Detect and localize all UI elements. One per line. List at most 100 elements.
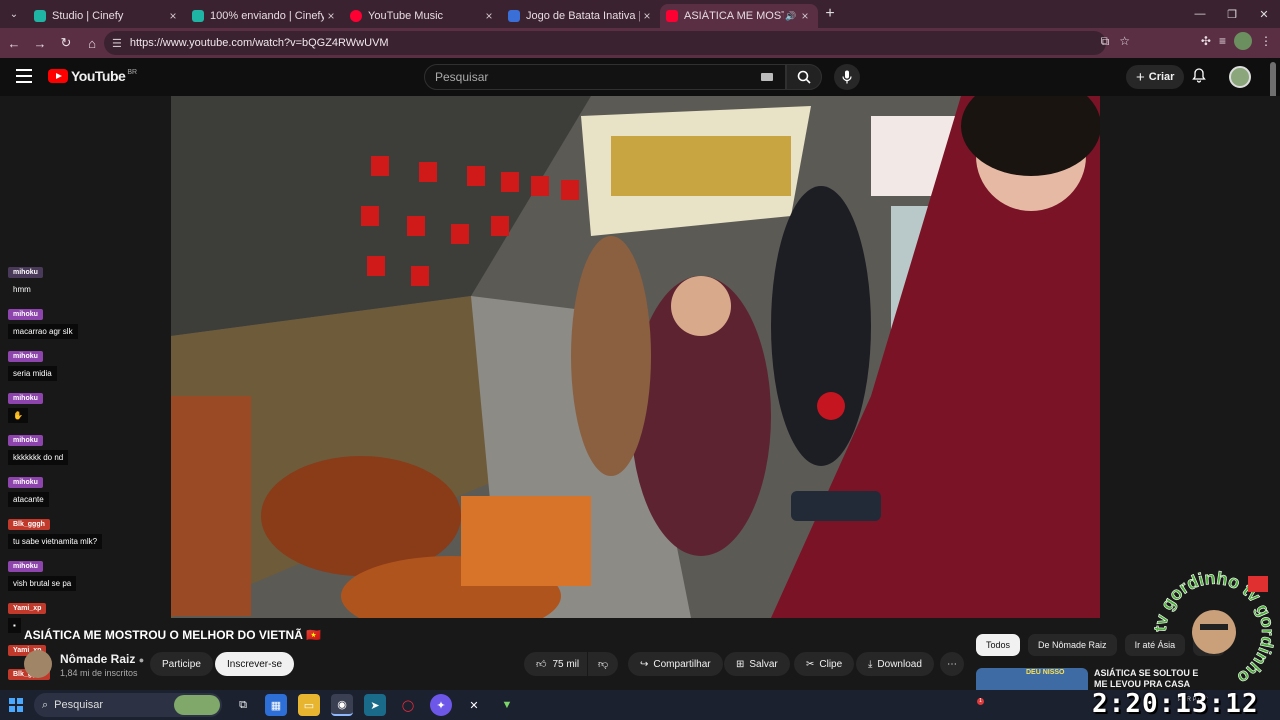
chat-text: vish brutal se pa — [8, 576, 77, 591]
start-button[interactable] — [0, 698, 32, 712]
chat-text: atacante — [8, 492, 49, 507]
taskbar-search-field[interactable]: ⌕ Pesquisar — [34, 693, 222, 717]
chat-username: mihoku — [8, 435, 43, 446]
recommendation-thumbnail[interactable]: DEU NISSO — [976, 668, 1088, 690]
microphone-icon — [842, 70, 852, 84]
close-window-icon[interactable]: ✕ — [1248, 0, 1280, 28]
tab-title: YouTube Music — [368, 10, 444, 22]
forward-icon[interactable]: → — [28, 31, 52, 55]
stream-chat-overlay: mihoku hmm mihoku macarrao agr slk mihok… — [8, 261, 118, 687]
messenger-icon[interactable]: ✦ — [430, 694, 452, 716]
chat-username: mihoku — [8, 351, 43, 362]
save-playlist-icon: ⊞ — [736, 658, 745, 670]
chat-message: mihoku atacante — [8, 471, 118, 507]
keyboard-icon[interactable] — [761, 73, 773, 81]
hamburger-menu-icon[interactable] — [16, 69, 32, 83]
notifications-bell-icon[interactable] — [1192, 68, 1206, 86]
chat-text: macarrao agr slk — [8, 324, 78, 339]
video-player[interactable] — [171, 96, 1100, 618]
join-button[interactable]: Participe — [150, 652, 213, 676]
task-view-icon[interactable]: ⧉ — [232, 694, 254, 716]
browser-tab[interactable]: Studio | Cinefy × — [28, 4, 186, 28]
save-button[interactable]: ⊞ Salvar — [724, 652, 790, 676]
back-icon[interactable]: ← — [2, 31, 26, 55]
clip-button[interactable]: ✂ Clipe — [794, 652, 855, 676]
chrome-icon[interactable]: ◉ — [331, 694, 353, 716]
chip-all[interactable]: Todos — [976, 634, 1021, 656]
chat-message: mihoku kkkkkkk do nd — [8, 429, 118, 465]
youtube-logo[interactable]: YouTube BR — [48, 68, 137, 84]
speaker-icon[interactable]: 🔊 — [784, 11, 798, 22]
search-icon — [797, 70, 811, 84]
chat-emote-icon: ✋ — [8, 408, 28, 423]
close-icon[interactable]: × — [324, 9, 338, 23]
close-icon[interactable]: × — [482, 9, 496, 23]
profile-avatar[interactable] — [1234, 32, 1252, 50]
bookmark-star-icon[interactable]: ☆ — [1119, 34, 1130, 49]
install-app-icon[interactable]: ⧉ — [1101, 34, 1110, 49]
home-icon[interactable]: ⌂ — [80, 31, 104, 55]
opera-icon[interactable]: ◯ — [397, 694, 419, 716]
chat-username: mihoku — [8, 561, 43, 572]
game-favicon-icon — [508, 10, 520, 22]
youtube-header: YouTube BR Pesquisar + Criar — [0, 58, 1280, 96]
new-tab-button[interactable]: + — [818, 5, 842, 23]
restore-icon[interactable]: ❐ — [1216, 0, 1248, 28]
subscribe-button[interactable]: Inscrever-se — [215, 652, 295, 676]
media-control-icon[interactable]: ≡ — [1219, 34, 1226, 48]
browser-tab-active[interactable]: ASIÁTICA ME MOSTROU O 🔊 × — [660, 4, 818, 28]
chat-message: mihoku macarrao agr slk — [8, 303, 118, 339]
close-icon[interactable]: × — [166, 9, 180, 23]
cinefy-favicon-icon — [34, 10, 46, 22]
browser-tab[interactable]: YouTube Music × — [344, 4, 502, 28]
app-arrow-icon[interactable]: ➤ — [364, 694, 386, 716]
more-actions-button[interactable]: ⋯ — [940, 652, 964, 676]
join-label: Participe — [162, 658, 201, 670]
thumbs-up-icon: 👍︎ — [536, 659, 547, 670]
chat-username: mihoku — [8, 267, 43, 278]
file-explorer-icon[interactable]: ▭ — [298, 694, 320, 716]
share-button[interactable]: ↪ Compartilhar — [628, 652, 723, 676]
search-icon: ⌕ — [42, 698, 49, 711]
like-count: 75 mil — [552, 658, 580, 670]
download-icon: ⤓ — [868, 658, 873, 670]
chat-username: Blk_gggh — [8, 519, 50, 530]
streamer-watermark-logo: tv gordinho tv gordinho — [1150, 568, 1278, 689]
close-icon[interactable]: × — [640, 9, 654, 23]
minimize-icon[interactable]: — — [1184, 0, 1216, 28]
browser-tab[interactable]: Jogo de Batata Inativa | Jogue × — [502, 4, 660, 28]
tab-search-button[interactable]: ⌄ — [0, 0, 28, 28]
chat-text: tu sabe vietnamita mlk? — [8, 534, 103, 549]
dislike-button[interactable]: 👎︎ — [588, 652, 619, 676]
chat-username: Yami_xp — [8, 603, 47, 614]
site-info-icon[interactable]: ☰ — [112, 37, 122, 50]
chip-channel[interactable]: De Nômade Raiz — [1028, 634, 1117, 656]
account-avatar[interactable] — [1229, 66, 1251, 88]
chat-message: mihoku ✋ — [8, 387, 118, 423]
tab-title: 100% enviando | Cinefy — [210, 10, 324, 22]
browser-tab[interactable]: 100% enviando | Cinefy × — [186, 4, 344, 28]
reload-icon[interactable]: ↻ — [54, 31, 78, 55]
windows-taskbar: ⌕ Pesquisar ⧉ ▦ ▭ ◉ ➤ ◯ ✦ ✕ ▼ — [0, 690, 1280, 720]
like-button[interactable]: 👍︎ 75 mil — [524, 652, 588, 676]
create-button[interactable]: + Criar — [1126, 65, 1185, 89]
search-input[interactable]: Pesquisar — [424, 64, 786, 90]
download-button[interactable]: ⤓ Download — [856, 652, 934, 676]
url-field[interactable]: ☰ https://www.youtube.com/watch?v=bQGZ4R… — [104, 31, 1106, 55]
search-button[interactable] — [786, 64, 822, 90]
youtube-music-favicon-icon — [350, 10, 362, 22]
vegas-icon[interactable]: ▼ — [496, 694, 518, 716]
windows-logo-icon — [9, 698, 23, 712]
store-icon[interactable]: ▦ — [265, 694, 287, 716]
search-highlight-image — [174, 695, 220, 715]
channel-avatar[interactable] — [24, 650, 52, 678]
chat-message: Blk_gggh tu sabe vietnamita mlk? — [8, 513, 118, 549]
menu-kebab-icon[interactable]: ⋮ — [1260, 34, 1272, 48]
download-label: Download — [877, 658, 922, 670]
extensions-icon[interactable]: ✣ — [1201, 34, 1211, 48]
close-icon[interactable]: × — [798, 9, 812, 23]
stream-clock-overlay: 2:20:13:12 — [1092, 689, 1259, 719]
capcut-icon[interactable]: ✕ — [463, 694, 485, 716]
voice-search-button[interactable] — [834, 64, 860, 90]
channel-name[interactable]: Nômade Raiz ● — [60, 652, 144, 666]
